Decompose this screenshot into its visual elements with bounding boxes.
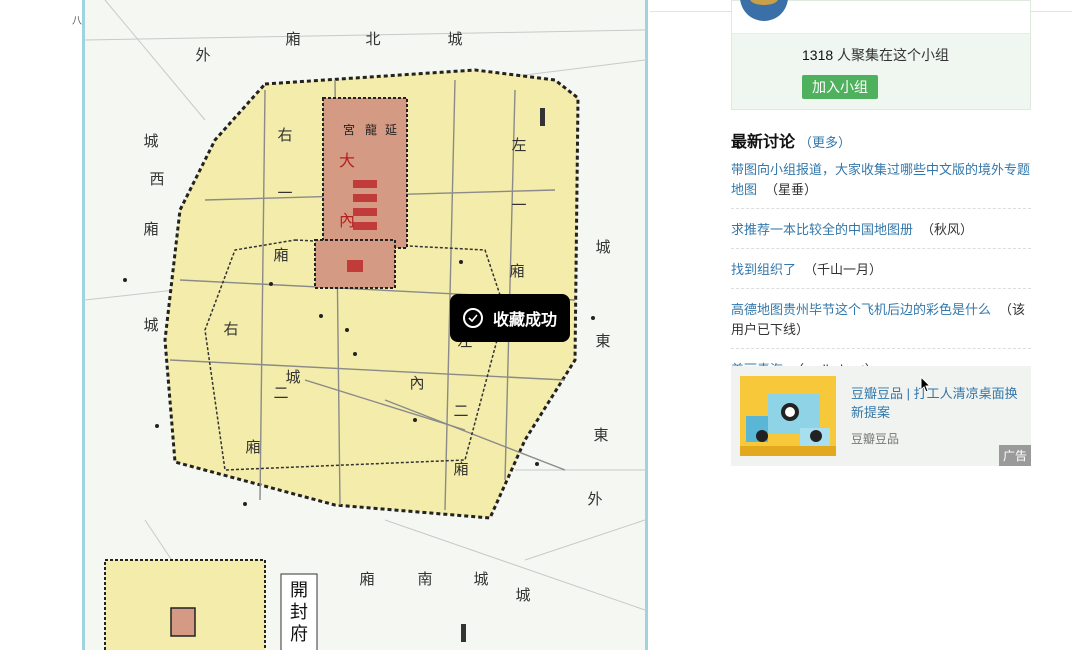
map-label: 西: [149, 170, 164, 188]
map-label: 城: [515, 586, 530, 604]
check-circle-icon: [462, 308, 483, 328]
list-item: 找到组织了 （千山一月）: [731, 258, 1031, 289]
map-label: 廂: [359, 570, 374, 588]
map-label: 城: [143, 316, 158, 334]
legend-char: 府: [290, 624, 308, 645]
more-link[interactable]: 更多: [812, 135, 838, 150]
palace-label: 大: [339, 151, 355, 170]
list-item: 高德地图贵州毕节这个飞机后边的彩色是什么 （该用户已下线）: [731, 298, 1031, 349]
map-page-mark: 八: [72, 16, 82, 27]
map-label: 內: [409, 374, 424, 392]
latest-discussions-heading: 最新讨论 （更多）: [731, 128, 851, 152]
map-label: 廂: [453, 460, 468, 478]
map-label: 一: [277, 184, 292, 202]
map-label: 廂: [245, 438, 260, 456]
discussion-author: （星垂）: [765, 182, 818, 197]
member-count: 1318 人聚集在这个小组: [802, 45, 949, 65]
list-item: 求推荐一本比较全的中国地图册 （秋风）: [731, 218, 1031, 249]
mouse-cursor-icon: [920, 375, 932, 399]
map-label: 城: [447, 30, 462, 48]
map-label: 左: [511, 136, 526, 154]
ad-image[interactable]: [740, 376, 836, 456]
legend-char: 封: [290, 602, 308, 623]
more-open-paren: （: [799, 135, 813, 150]
map-label: 廂: [273, 246, 288, 264]
member-count-label: 人聚集在这个小组: [833, 47, 950, 63]
map-label: 一: [511, 196, 526, 214]
group-info-panel: 1318 人聚集在这个小组 加入小组: [731, 0, 1031, 110]
map-label: 城: [143, 132, 158, 150]
palace-label: 延: [385, 123, 397, 137]
palace-label: 內: [339, 211, 355, 230]
latest-discussions-title: 最新讨论: [731, 134, 796, 151]
discussion-link[interactable]: 求推荐一本比较全的中国地图册: [731, 222, 913, 237]
map-label: 二: [453, 402, 468, 420]
map-label: 東: [595, 332, 610, 350]
member-count-number: 1318: [802, 47, 834, 63]
map-label: 外: [195, 46, 210, 64]
discussion-link[interactable]: 高德地图贵州毕节这个飞机后边的彩色是什么: [731, 302, 991, 317]
palace-label: 龍: [365, 122, 377, 137]
ad-source: 豆瓣豆品: [851, 432, 900, 446]
map-label: 城: [473, 570, 488, 588]
map-label: 北: [365, 30, 380, 48]
list-item: 带图向小组报道，大家收集过哪些中文版的境外专题地图 （星垂）: [731, 158, 1031, 209]
map-label: 外: [587, 490, 602, 508]
map-label: 廂: [143, 220, 158, 238]
map-label: 東: [593, 426, 608, 444]
discussion-author: （秋风）: [921, 222, 974, 237]
discussion-list: 带图向小组报道，大家收集过哪些中文版的境外专题地图 （星垂） 求推荐一本比较全的中…: [731, 158, 1031, 398]
discussion-link[interactable]: 找到组织了: [731, 262, 796, 277]
map-label: 二: [273, 384, 288, 402]
map-label: 廂: [285, 30, 300, 48]
toast-text: 收藏成功: [492, 312, 557, 329]
join-group-button[interactable]: 加入小组: [802, 75, 878, 99]
more-close-paren: ）: [838, 135, 852, 150]
ad-card[interactable]: 豆瓣豆品 | 打工人清凉桌面换新提案 豆瓣豆品 广告: [731, 366, 1031, 466]
discussion-author: （千山一月）: [804, 262, 883, 277]
ad-title-link[interactable]: 豆瓣豆品 | 打工人清凉桌面换新提案: [851, 384, 1023, 422]
legend-char: 開: [290, 580, 308, 601]
map-label: 南: [417, 570, 432, 588]
palace-label: 宮: [343, 122, 355, 137]
map-label: 廂: [509, 262, 524, 280]
map-label: 城: [595, 238, 610, 256]
ad-badge: 广告: [998, 445, 1031, 466]
toast-notification: 收藏成功: [450, 294, 570, 342]
map-label: 右: [277, 126, 292, 144]
map-label: 右: [223, 320, 238, 338]
